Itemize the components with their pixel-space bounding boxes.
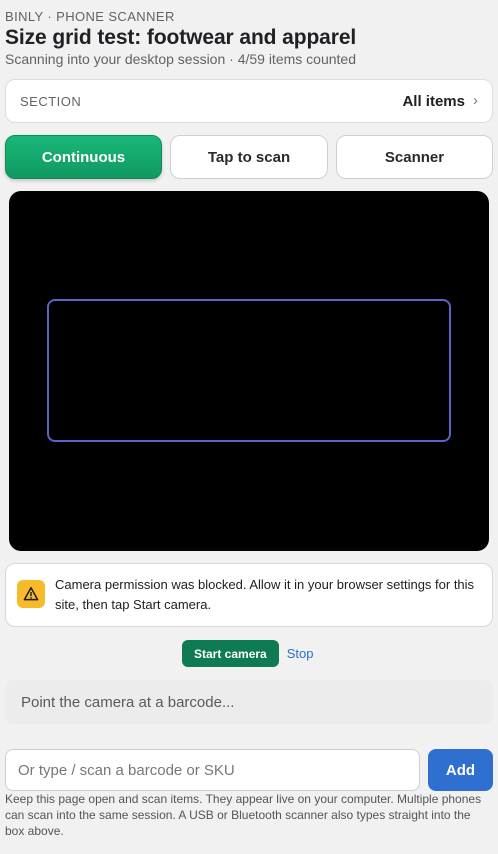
camera-permission-alert: Camera permission was blocked. Allow it … bbox=[5, 563, 493, 627]
scan-target-frame bbox=[47, 299, 451, 442]
warning-icon bbox=[17, 580, 45, 608]
stop-camera-link[interactable]: Stop bbox=[287, 646, 314, 661]
page-title: Size grid test: footwear and apparel bbox=[5, 26, 357, 49]
camera-actions: Start camera Stop bbox=[182, 640, 313, 667]
scan-status: Point the camera at a barcode... bbox=[5, 680, 493, 724]
section-label: SECTION bbox=[20, 93, 82, 109]
mode-tap-to-scan-button[interactable]: Tap to scan bbox=[170, 135, 328, 179]
camera-viewport bbox=[9, 191, 489, 551]
barcode-sku-input[interactable] bbox=[5, 749, 420, 791]
section-value-wrap: All items › bbox=[402, 91, 478, 110]
app-eyebrow: BINLY · PHONE SCANNER bbox=[5, 9, 175, 24]
add-button[interactable]: Add bbox=[428, 749, 493, 791]
scan-mode-tabs: Continuous Tap to scan Scanner bbox=[5, 135, 493, 179]
chevron-right-icon: › bbox=[473, 91, 478, 109]
section-selector[interactable]: SECTION All items › bbox=[5, 79, 493, 123]
phone-scanner-page: BINLY · PHONE SCANNER Size grid test: fo… bbox=[0, 0, 498, 854]
manual-entry: Add bbox=[5, 749, 493, 791]
help-text: Keep this page open and scan items. They… bbox=[5, 792, 482, 838]
page-header: BINLY · PHONE SCANNER Size grid test: fo… bbox=[5, 9, 493, 68]
alert-message: Camera permission was blocked. Allow it … bbox=[55, 577, 475, 612]
mode-continuous-button[interactable]: Continuous bbox=[5, 135, 162, 179]
section-value: All items bbox=[402, 92, 465, 110]
mode-scanner-button[interactable]: Scanner bbox=[336, 135, 493, 179]
start-camera-button[interactable]: Start camera bbox=[182, 640, 279, 667]
session-subtitle: Scanning into your desktop session · 4/5… bbox=[5, 51, 356, 67]
